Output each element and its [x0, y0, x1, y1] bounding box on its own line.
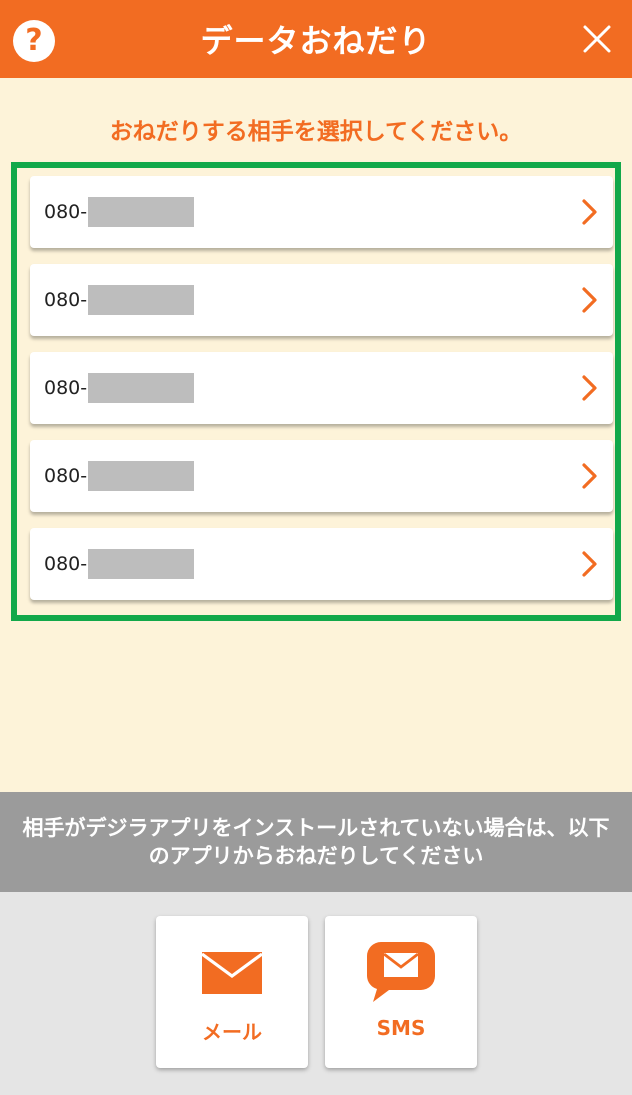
contact-row[interactable]: 080-: [30, 176, 613, 248]
contact-row[interactable]: 080-: [30, 528, 613, 600]
notice-line-1: 相手がデジラアプリをインストールされていない場合は、以下: [22, 816, 610, 840]
envelope-icon: [202, 952, 262, 994]
select-recipient-prompt: おねだりする相手を選択してください。: [109, 119, 523, 145]
masked-phone-number: [88, 461, 195, 491]
phone-prefix: 080-: [44, 201, 88, 223]
contact-list-highlight: 080- 080- 080- 080- 080-: [11, 162, 621, 621]
sms-label: SMS: [376, 1016, 426, 1040]
contact-row[interactable]: 080-: [30, 264, 613, 336]
install-notice: 相手がデジラアプリをインストールされていない場合は、以下 のアプリからおねだりし…: [0, 792, 632, 892]
notice-line-2: のアプリからおねだりしてください: [148, 844, 484, 868]
phone-prefix: 080-: [44, 553, 88, 575]
header-bar: ? データおねだり: [0, 0, 632, 78]
masked-phone-number: [88, 373, 195, 403]
chevron-right-icon: [582, 551, 597, 577]
help-button[interactable]: ?: [13, 20, 55, 62]
masked-phone-number: [88, 549, 195, 579]
sms-button[interactable]: SMS: [325, 916, 477, 1068]
chevron-right-icon: [582, 199, 597, 225]
masked-phone-number: [88, 197, 195, 227]
contact-row[interactable]: 080-: [30, 352, 613, 424]
notice-text: 相手がデジラアプリをインストールされていない場合は、以下 のアプリからおねだりし…: [23, 814, 610, 870]
mail-label: メール: [202, 1020, 262, 1044]
share-app-area: メール SMS: [0, 892, 632, 1095]
phone-prefix: 080-: [44, 377, 88, 399]
mail-button[interactable]: メール: [156, 916, 308, 1068]
chat-bubble-envelope-icon: [367, 942, 435, 1002]
question-icon: ?: [25, 23, 43, 58]
phone-prefix: 080-: [44, 289, 88, 311]
chevron-right-icon: [582, 287, 597, 313]
contact-row[interactable]: 080-: [30, 440, 613, 512]
chevron-right-icon: [582, 463, 597, 489]
chevron-right-icon: [582, 375, 597, 401]
page-title: データおねだり: [200, 22, 432, 60]
close-icon[interactable]: [580, 22, 614, 56]
phone-prefix: 080-: [44, 465, 88, 487]
masked-phone-number: [88, 285, 195, 315]
